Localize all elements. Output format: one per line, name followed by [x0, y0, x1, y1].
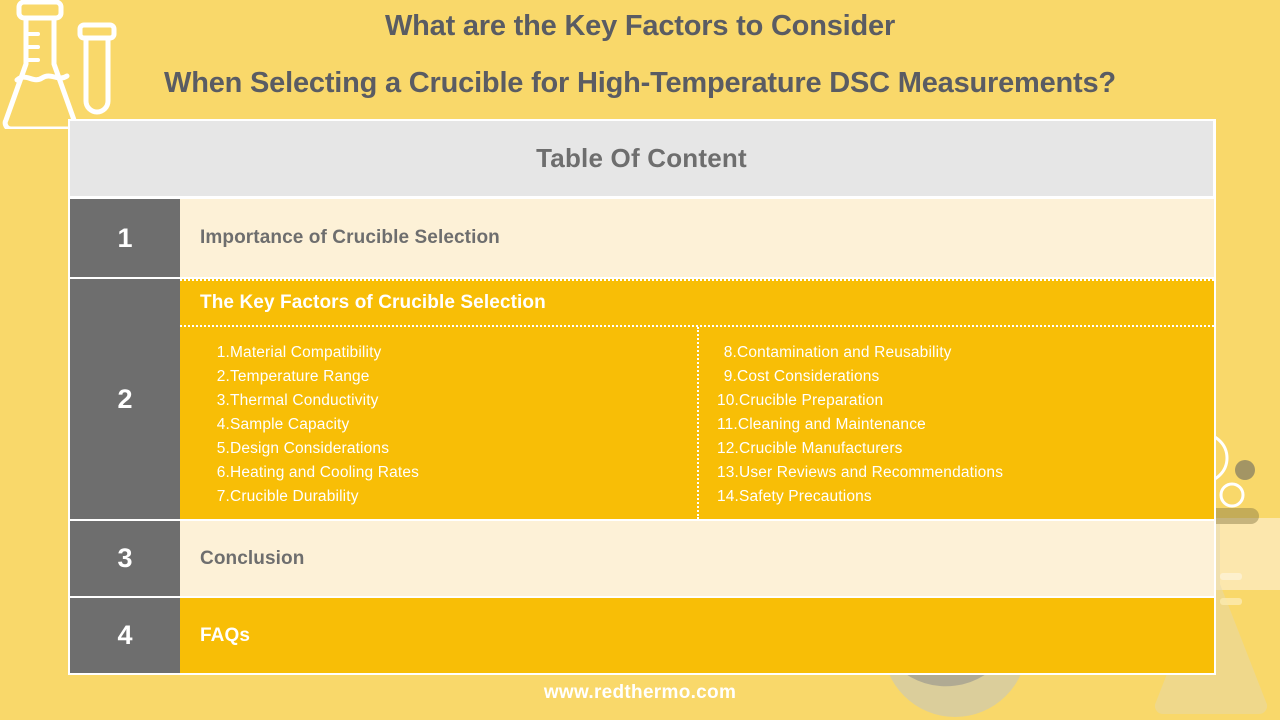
list-item-label: Crucible Durability [230, 488, 359, 505]
list-item-label: Heating and Cooling Rates [230, 464, 420, 481]
table-of-content-header: Table Of Content [70, 121, 1213, 196]
list-item-number: 3. [216, 392, 230, 409]
list-item-label: Cleaning and Maintenance [737, 416, 926, 433]
page-title-line-2: When Selecting a Crucible for High-Tempe… [164, 66, 1116, 99]
list-item-label: Thermal Conductivity [230, 392, 379, 409]
row-content-4: FAQs [180, 598, 1214, 673]
list-item-label: Temperature Range [230, 368, 370, 385]
row-label-1: Importance of Crucible Selection [200, 227, 500, 248]
list-item-number: 5. [216, 440, 230, 457]
list-item-number: 7. [216, 488, 230, 505]
row-number-4: 4 [70, 598, 180, 673]
key-factors-lists: 1.Material Compatibility 2.Temperature R… [180, 327, 1214, 519]
list-item-number: 14. [717, 488, 739, 505]
row-title-bar-2: The Key Factors of Crucible Selection [180, 279, 1214, 327]
website-url[interactable]: www.redthermo.com [544, 682, 736, 703]
row-label-4: FAQs [200, 624, 251, 646]
list-item-number: 8. [723, 344, 737, 361]
list-item-label: Material Compatibility [230, 344, 382, 361]
list-item[interactable]: 4.Sample Capacity [210, 413, 697, 437]
list-item[interactable]: 2.Temperature Range [210, 365, 697, 389]
list-item-label: Sample Capacity [230, 416, 350, 433]
list-item[interactable]: 1.Material Compatibility [210, 341, 697, 365]
table-row[interactable]: 3 Conclusion [70, 521, 1214, 596]
list-item-number: 9. [723, 368, 737, 385]
sub-list-left: 1.Material Compatibility 2.Temperature R… [210, 341, 697, 509]
list-item-number: 11. [717, 416, 738, 433]
list-item-label: Design Considerations [230, 440, 390, 457]
row-number-1: 1 [70, 199, 180, 277]
list-item-number: 10. [717, 392, 739, 409]
list-item-number: 12. [717, 440, 739, 457]
list-item[interactable]: 12.Crucible Manufacturers [717, 437, 1214, 461]
sub-list-right: 8.Contamination and Reusability 9.Cost C… [717, 341, 1214, 509]
list-item[interactable]: 14.Safety Precautions [717, 485, 1214, 509]
list-item-number: 2. [216, 368, 230, 385]
list-item[interactable]: 8.Contamination and Reusability [717, 341, 1214, 365]
row-content-1: Importance of Crucible Selection [180, 199, 1214, 277]
row-content-3: Conclusion [180, 521, 1214, 596]
row-number-3: 3 [70, 521, 180, 596]
list-item-label: Crucible Preparation [739, 392, 884, 409]
list-item[interactable]: 10.Crucible Preparation [717, 389, 1214, 413]
list-item-label: Crucible Manufacturers [739, 440, 903, 457]
table-of-content-card: Table Of Content 1 Importance of Crucibl… [68, 119, 1216, 675]
list-item-label: Cost Considerations [737, 368, 880, 385]
list-item-number: 4. [216, 416, 230, 433]
table-row[interactable]: 2 The Key Factors of Crucible Selection … [70, 279, 1214, 519]
list-item[interactable]: 11.Cleaning and Maintenance [717, 413, 1214, 437]
row-number-2: 2 [70, 279, 180, 519]
table-of-content-title: Table Of Content [536, 143, 747, 173]
page-title-line-1: What are the Key Factors to Consider [384, 10, 896, 42]
list-item[interactable]: 5.Design Considerations [210, 437, 697, 461]
list-item-label: Safety Precautions [739, 488, 872, 505]
footer: www.redthermo.com [0, 682, 1280, 704]
list-item[interactable]: 3.Thermal Conductivity [210, 389, 697, 413]
table-row[interactable]: 4 FAQs [70, 598, 1214, 673]
list-item-label: Contamination and Reusability [737, 344, 952, 361]
list-item[interactable]: 7.Crucible Durability [210, 485, 697, 509]
list-item[interactable]: 9.Cost Considerations [717, 365, 1214, 389]
list-item[interactable]: 13.User Reviews and Recommendations [717, 461, 1214, 485]
key-factors-list-right: 8.Contamination and Reusability 9.Cost C… [697, 327, 1214, 519]
list-item-number: 13. [717, 464, 739, 481]
poster-title-block: What are the Key Factors to Consider Whe… [0, 0, 1280, 102]
row-label-3: Conclusion [200, 547, 305, 569]
key-factors-list-left: 1.Material Compatibility 2.Temperature R… [180, 327, 697, 519]
row-label-2: The Key Factors of Crucible Selection [200, 292, 546, 313]
list-item-number: 1. [216, 344, 230, 361]
poster-page: What are the Key Factors to Consider Whe… [0, 0, 1280, 720]
row-content-2: The Key Factors of Crucible Selection 1.… [180, 279, 1214, 519]
list-item[interactable]: 6.Heating and Cooling Rates [210, 461, 697, 485]
list-item-number: 6. [216, 464, 230, 481]
table-row[interactable]: 1 Importance of Crucible Selection [70, 199, 1214, 277]
list-item-label: User Reviews and Recommendations [739, 464, 1004, 481]
